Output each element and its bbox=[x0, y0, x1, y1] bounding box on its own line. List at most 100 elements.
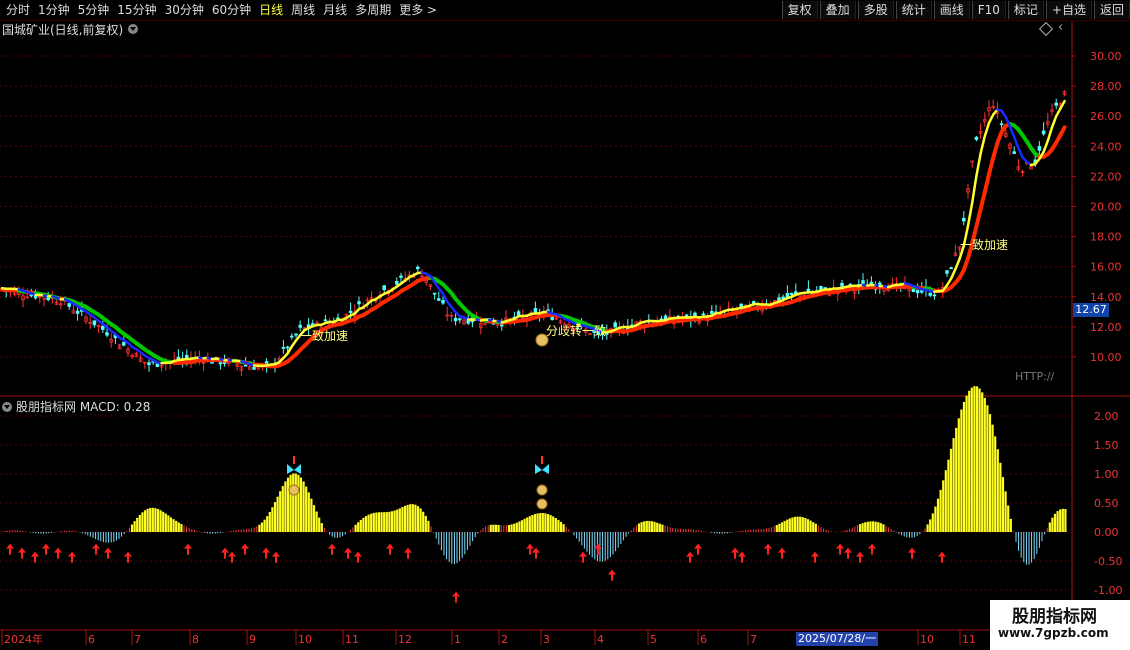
candle-body bbox=[533, 308, 538, 314]
candle-body bbox=[710, 310, 714, 314]
candle-body bbox=[701, 313, 706, 316]
candle-body bbox=[75, 310, 80, 314]
candle-body bbox=[395, 281, 399, 285]
buy-arrow-icon bbox=[686, 551, 694, 563]
money-bag-icon bbox=[535, 333, 549, 347]
candle-body bbox=[243, 364, 248, 367]
ma-fast-line bbox=[954, 257, 961, 271]
ma-slow-line bbox=[991, 140, 1000, 160]
candle-body bbox=[210, 361, 214, 364]
candle-body bbox=[550, 316, 554, 321]
time-tick-label: 11 bbox=[345, 633, 359, 646]
watermark-url: www.7gpzb.com bbox=[998, 626, 1109, 640]
ma-fast-line bbox=[975, 152, 982, 178]
buy-arrow-icon bbox=[764, 543, 772, 555]
candle-body bbox=[945, 270, 949, 274]
candle-body bbox=[789, 292, 794, 296]
candle-body bbox=[516, 311, 521, 316]
macd-tick-label: -1.00 bbox=[1094, 584, 1122, 597]
candle-body bbox=[29, 294, 34, 297]
ma-fast-line bbox=[983, 121, 991, 138]
candle-body bbox=[218, 362, 223, 365]
butterfly-icon bbox=[535, 464, 549, 474]
candle-body bbox=[949, 267, 953, 270]
money-bag-icon bbox=[288, 484, 300, 496]
price-tick-label: 12.00 bbox=[1090, 321, 1122, 334]
macd-title: 股朋指标网 MACD: 0.28 bbox=[2, 398, 150, 415]
price-tick-label: 26.00 bbox=[1090, 110, 1122, 123]
buy-arrow-icon bbox=[938, 551, 946, 563]
candle-body bbox=[323, 319, 328, 322]
price-tick-label: 14.00 bbox=[1090, 291, 1122, 304]
buy-arrow-icon bbox=[272, 551, 280, 563]
price-tick-label: 24.00 bbox=[1090, 140, 1122, 153]
accel-label-2: 一致加速 bbox=[960, 238, 1008, 252]
price-tick-label: 30.00 bbox=[1090, 50, 1122, 63]
buy-arrow-icon bbox=[386, 543, 394, 555]
ma-slow-line bbox=[1058, 125, 1067, 138]
http-label: HTTP:// bbox=[1015, 370, 1055, 383]
buy-arrow-icon bbox=[844, 547, 852, 559]
time-tick-label: 8 bbox=[192, 633, 199, 646]
buy-arrow-icon bbox=[908, 547, 916, 559]
macd-tick-label: 1.00 bbox=[1094, 468, 1119, 481]
candle-body bbox=[382, 285, 386, 291]
ma-fast-line bbox=[949, 267, 957, 280]
macd-tick-label: 0.50 bbox=[1094, 497, 1119, 510]
candle-body bbox=[290, 335, 294, 338]
candle-body bbox=[92, 320, 97, 326]
candle-body bbox=[105, 332, 109, 336]
macd-tick-label: 2.00 bbox=[1094, 410, 1119, 423]
time-tick-label: 10 bbox=[298, 633, 312, 646]
buy-arrow-icon bbox=[228, 551, 236, 563]
ma-fast-line bbox=[979, 135, 987, 155]
candle-body bbox=[147, 362, 151, 366]
indicator-dropdown-icon[interactable] bbox=[2, 401, 12, 412]
price-tick-label: 16.00 bbox=[1090, 261, 1122, 274]
candle-body bbox=[1041, 130, 1046, 135]
candle-body bbox=[298, 324, 302, 328]
candle-body bbox=[932, 294, 937, 297]
buy-arrow-icon bbox=[241, 543, 249, 555]
candle-body bbox=[915, 290, 920, 294]
candle-body bbox=[1054, 102, 1058, 106]
buy-arrow-icon bbox=[262, 547, 270, 559]
money-bag-icon bbox=[536, 498, 548, 510]
buy-arrow-icon bbox=[328, 543, 336, 555]
candle-body bbox=[962, 217, 966, 222]
time-tick-label: 9 bbox=[249, 633, 256, 646]
time-tick-label: 2 bbox=[501, 633, 508, 646]
time-tick-label: 3 bbox=[543, 633, 550, 646]
ma-fast-line bbox=[1042, 139, 1050, 154]
time-tick-label: 7 bbox=[134, 633, 141, 646]
candle-body bbox=[500, 324, 504, 327]
candle-body bbox=[357, 301, 361, 305]
time-tick-label: 4 bbox=[597, 633, 604, 646]
candle-body bbox=[441, 300, 445, 304]
buy-arrow-icon bbox=[836, 543, 844, 555]
crosshair-date-tag: 2025/07/28/一 bbox=[796, 632, 879, 646]
candle-body bbox=[974, 136, 979, 140]
kline-chart[interactable]: 一致加速 分歧转一致一致加速 30.0028.0026.0024.0022.002… bbox=[0, 0, 1130, 650]
price-tick-label: 20.00 bbox=[1090, 201, 1122, 214]
candle-body bbox=[252, 367, 256, 370]
price-tick-label: 18.00 bbox=[1090, 231, 1122, 244]
candle-body bbox=[458, 318, 462, 321]
buy-arrow-icon bbox=[778, 547, 786, 559]
time-tick-label: 6 bbox=[700, 633, 707, 646]
buy-arrow-icon bbox=[344, 547, 352, 559]
ma-slow-line bbox=[987, 155, 996, 177]
buy-arrow-icon bbox=[221, 547, 229, 559]
price-tick-label: 22.00 bbox=[1090, 170, 1122, 183]
buy-arrow-icon bbox=[42, 543, 50, 555]
ma-fast-line bbox=[1046, 126, 1054, 143]
time-tick-label: 11 bbox=[962, 633, 976, 646]
candle-body bbox=[348, 310, 353, 314]
candle-body bbox=[437, 298, 441, 301]
candle-body bbox=[911, 289, 916, 293]
candle-body bbox=[101, 325, 105, 330]
price-tick-label: 10.00 bbox=[1090, 351, 1122, 364]
macd-label: 股朋指标网 MACD: 0.28 bbox=[16, 400, 151, 414]
candle-body bbox=[861, 280, 865, 285]
butterfly-icon bbox=[287, 464, 301, 474]
